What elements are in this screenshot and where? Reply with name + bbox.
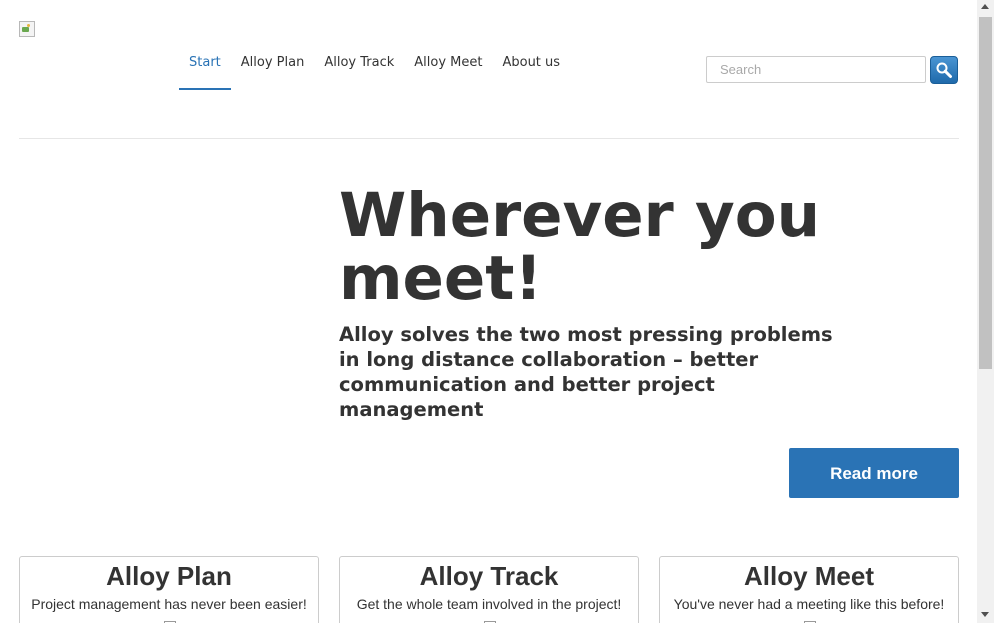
scroll-down-arrow-icon[interactable] bbox=[981, 612, 989, 617]
main-nav: Start Alloy Plan Alloy Track Alloy Meet … bbox=[179, 40, 570, 90]
scrollbar-thumb[interactable] bbox=[979, 17, 992, 369]
scroll-up-arrow-icon[interactable] bbox=[981, 4, 989, 9]
card-alloy-meet[interactable]: Alloy Meet You've never had a meeting li… bbox=[659, 556, 959, 623]
card-text: Get the whole team involved in the proje… bbox=[356, 596, 622, 612]
card-text: Project management has never been easier… bbox=[31, 596, 307, 612]
nav-item-about-us[interactable]: About us bbox=[492, 40, 570, 88]
magnifier-icon bbox=[936, 62, 952, 78]
search-box bbox=[706, 56, 926, 83]
search-button[interactable] bbox=[930, 56, 958, 84]
card-alloy-plan[interactable]: Alloy Plan Project management has never … bbox=[19, 556, 319, 623]
hero-title: Wherever you meet! bbox=[339, 180, 821, 314]
card-title: Alloy Meet bbox=[743, 561, 875, 591]
nav-item-alloy-meet[interactable]: Alloy Meet bbox=[404, 40, 492, 88]
image-glyph-sun bbox=[27, 24, 30, 27]
page: Start Alloy Plan Alloy Track Alloy Meet … bbox=[0, 0, 977, 623]
search-input[interactable] bbox=[707, 57, 920, 82]
logo-broken-image-icon[interactable] bbox=[19, 21, 35, 37]
read-more-button[interactable]: Read more bbox=[789, 448, 959, 498]
nav-item-start[interactable]: Start bbox=[179, 40, 231, 90]
nav-item-alloy-track[interactable]: Alloy Track bbox=[314, 40, 404, 88]
vertical-scrollbar[interactable] bbox=[977, 0, 994, 623]
card-alloy-track[interactable]: Alloy Track Get the whole team involved … bbox=[339, 556, 639, 623]
hero-subtitle: Alloy solves the two most pressing probl… bbox=[339, 323, 833, 421]
card-title: Alloy Track bbox=[419, 561, 559, 591]
header-divider bbox=[19, 138, 959, 139]
image-glyph bbox=[22, 27, 29, 32]
card-title: Alloy Plan bbox=[106, 561, 232, 591]
nav-item-alloy-plan[interactable]: Alloy Plan bbox=[231, 40, 315, 88]
card-text: You've never had a meeting like this bef… bbox=[673, 596, 945, 612]
